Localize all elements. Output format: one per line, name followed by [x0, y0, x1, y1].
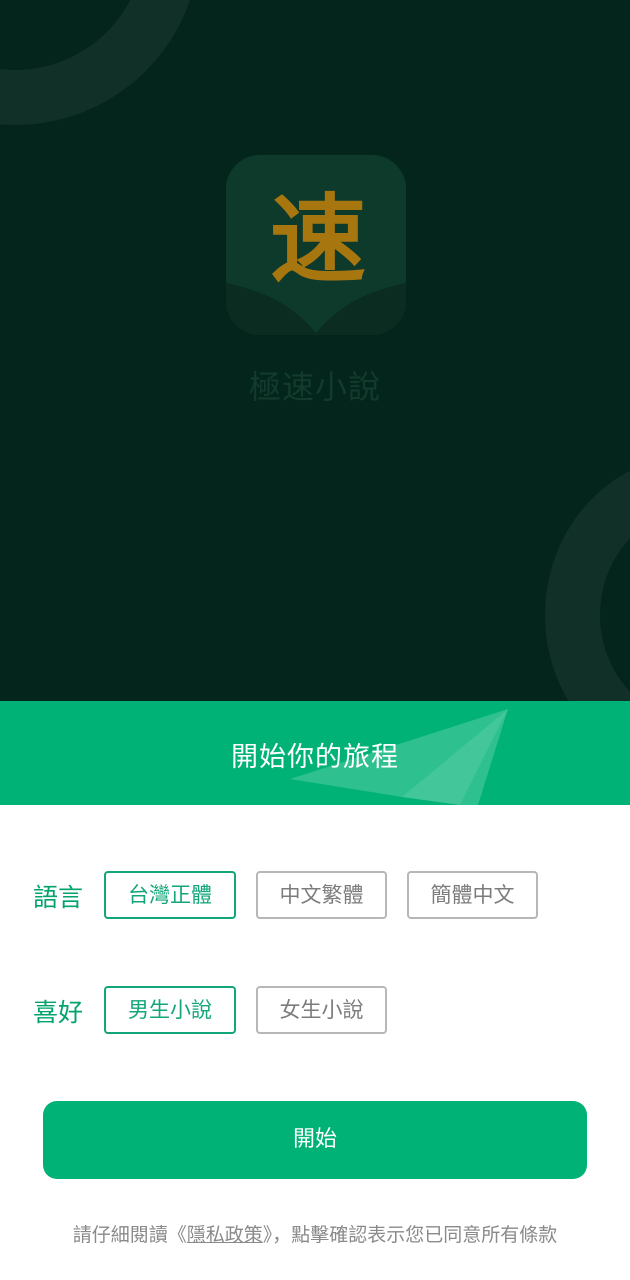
decorative-ring-bottom-right	[545, 455, 630, 701]
privacy-policy-link[interactable]: 隱私政策	[187, 1224, 263, 1246]
language-option-traditional-chinese[interactable]: 中文繁體	[256, 871, 387, 919]
onboarding-screen: 速 極速小說 開始你的旅程 語言 台灣正體 中文繁體 簡體中文 喜好 男生小說 …	[0, 0, 630, 1280]
splash-background: 速 極速小說	[0, 0, 630, 701]
language-option-traditional-taiwan[interactable]: 台灣正體	[104, 871, 236, 919]
preference-option-male-novels[interactable]: 男生小說	[104, 986, 236, 1034]
app-logo-glyph: 速	[270, 184, 366, 296]
privacy-notice: 請仔細閱讀《隱私政策》，點擊確認表示您已同意所有條款	[0, 1220, 630, 1247]
language-option-simplified-chinese[interactable]: 簡體中文	[407, 871, 538, 919]
app-logo-icon: 速	[226, 155, 406, 335]
banner-title: 開始你的旅程	[231, 742, 399, 773]
privacy-prefix: 請仔細閱讀《	[72, 1224, 187, 1246]
privacy-suffix: 》，點擊確認表示您已同意所有條款	[262, 1224, 558, 1246]
preference-option-female-novels[interactable]: 女生小說	[256, 986, 387, 1034]
preference-label: 喜好	[33, 998, 84, 1027]
language-label: 語言	[33, 883, 84, 912]
app-logo-graphic: 速	[226, 155, 406, 335]
app-name: 極速小說	[248, 368, 381, 406]
decorative-ring-top-left	[0, 0, 200, 125]
journey-banner: 開始你的旅程	[0, 701, 630, 805]
start-button[interactable]: 開始	[43, 1101, 587, 1179]
